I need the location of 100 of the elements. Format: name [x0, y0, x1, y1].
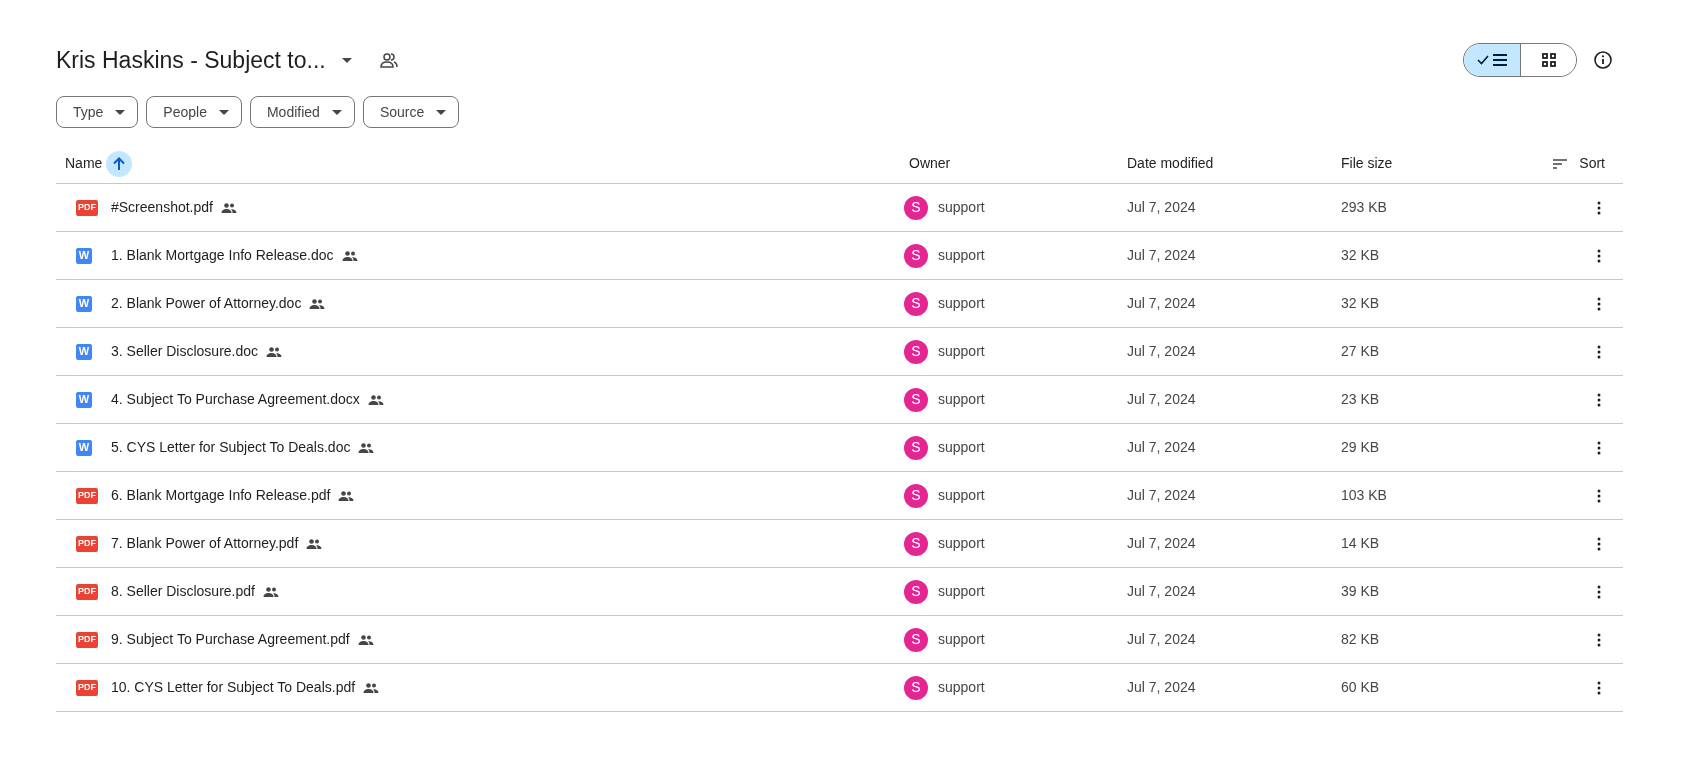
- date-modified: Jul 7, 2024: [1127, 582, 1197, 601]
- sort-button[interactable]: Sort: [1553, 153, 1605, 174]
- folder-title-button[interactable]: Kris Haskins - Subject to...: [56, 42, 360, 78]
- file-name[interactable]: 4. Subject To Purchase Agreement.docx: [111, 389, 360, 410]
- list-view-button[interactable]: [1464, 44, 1520, 76]
- file-size: 32 KB: [1341, 246, 1381, 265]
- column-header: Owner: [908, 154, 952, 173]
- owner-name: support: [938, 630, 985, 649]
- avatar: S: [904, 243, 928, 268]
- more-options-icon[interactable]: [1597, 488, 1601, 503]
- caret-icon: [436, 109, 447, 115]
- more-options-icon[interactable]: [1597, 536, 1601, 551]
- more-options-icon[interactable]: [1597, 248, 1601, 263]
- filter-chip[interactable]: Modified: [249, 96, 355, 128]
- file-name[interactable]: 10. CYS Letter for Subject To Deals.pdf: [111, 677, 356, 698]
- shared-icon: [220, 202, 237, 213]
- sort-icon: [1553, 158, 1568, 169]
- file-size: 23 KB: [1341, 390, 1381, 409]
- doc-file-icon: W: [76, 439, 92, 456]
- avatar: S: [904, 339, 928, 364]
- file-size: 14 KB: [1341, 534, 1381, 553]
- shared-icon: [306, 538, 323, 549]
- avatar: S: [904, 483, 928, 508]
- shared-icon: [309, 298, 326, 309]
- file-size: 32 KB: [1341, 294, 1381, 313]
- more-options-icon[interactable]: [1597, 584, 1601, 599]
- more-options-icon[interactable]: [1597, 392, 1601, 407]
- date-modified: Jul 7, 2024: [1127, 294, 1197, 313]
- caret-icon: [115, 109, 126, 115]
- date-modified: Jul 7, 2024: [1127, 390, 1197, 409]
- people-icon[interactable]: [379, 52, 398, 68]
- shared-icon: [341, 250, 358, 261]
- file-name[interactable]: 6. Blank Mortgage Info Release.pdf: [111, 485, 331, 506]
- avatar: S: [904, 579, 928, 604]
- more-options-icon[interactable]: [1597, 632, 1601, 647]
- more-options-icon[interactable]: [1597, 296, 1601, 311]
- doc-file-icon: W: [76, 295, 92, 312]
- file-name[interactable]: 3. Seller Disclosure.doc: [111, 341, 259, 362]
- filter-chip[interactable]: Source: [362, 96, 460, 128]
- owner-name: support: [938, 246, 985, 265]
- file-name[interactable]: #Screenshot.pdf: [111, 197, 213, 218]
- file-name[interactable]: 9. Subject To Purchase Agreement.pdf: [111, 629, 350, 650]
- shared-icon: [357, 634, 374, 645]
- owner-name: support: [938, 390, 985, 409]
- avatar: S: [904, 627, 928, 652]
- more-options-icon[interactable]: [1597, 344, 1601, 359]
- owner-name: support: [938, 198, 985, 217]
- pdf-file-icon: PDF: [76, 631, 98, 648]
- shared-icon: [262, 586, 279, 597]
- filter-chip[interactable]: Type: [56, 96, 139, 128]
- owner-name: support: [938, 294, 985, 313]
- list-icon: [1493, 54, 1507, 66]
- avatar: S: [904, 291, 928, 316]
- pdf-file-icon: PDF: [76, 535, 98, 552]
- file-size: 60 KB: [1341, 678, 1381, 697]
- avatar: S: [904, 435, 928, 460]
- file-size: 27 KB: [1341, 342, 1381, 361]
- file-name[interactable]: 1. Blank Mortgage Info Release.doc: [111, 245, 334, 266]
- filter-chip[interactable]: People: [146, 96, 242, 128]
- date-modified: Jul 7, 2024: [1127, 630, 1197, 649]
- avatar: S: [904, 531, 928, 556]
- doc-file-icon: W: [76, 343, 92, 360]
- file-name[interactable]: 5. CYS Letter for Subject To Deals.doc: [111, 437, 351, 458]
- caret-icon: [218, 109, 229, 115]
- shared-icon: [338, 490, 355, 501]
- file-size: 39 KB: [1341, 582, 1381, 601]
- pdf-file-icon: PDF: [76, 199, 98, 216]
- owner-name: support: [938, 582, 985, 601]
- grid-view-button[interactable]: [1520, 44, 1576, 76]
- file-name[interactable]: 8. Seller Disclosure.pdf: [111, 581, 255, 602]
- column-header[interactable]: Name: [65, 153, 103, 174]
- file-size: 103 KB: [1341, 486, 1388, 505]
- shared-icon: [367, 394, 384, 405]
- info-icon[interactable]: [1593, 50, 1613, 70]
- date-modified: Jul 7, 2024: [1127, 678, 1197, 697]
- grid-icon: [1541, 53, 1556, 67]
- shared-icon: [266, 346, 283, 357]
- check-icon: [1477, 55, 1489, 65]
- date-modified: Jul 7, 2024: [1127, 246, 1197, 265]
- shared-icon: [363, 682, 380, 693]
- pdf-file-icon: PDF: [76, 583, 98, 600]
- caret-icon: [341, 57, 352, 63]
- avatar: S: [904, 195, 928, 220]
- file-name[interactable]: 7. Blank Power of Attorney.pdf: [111, 533, 299, 554]
- date-modified: Jul 7, 2024: [1127, 534, 1197, 553]
- more-options-icon[interactable]: [1597, 440, 1601, 455]
- file-name[interactable]: 2. Blank Power of Attorney.doc: [111, 293, 302, 314]
- owner-name: support: [938, 678, 985, 697]
- owner-name: support: [938, 342, 985, 361]
- avatar: S: [904, 675, 928, 700]
- caret-icon: [331, 109, 342, 115]
- date-modified: Jul 7, 2024: [1127, 342, 1197, 361]
- file-size: 82 KB: [1341, 630, 1381, 649]
- owner-name: support: [938, 534, 985, 553]
- pdf-file-icon: PDF: [76, 487, 98, 504]
- more-options-icon[interactable]: [1597, 680, 1601, 695]
- more-options-icon[interactable]: [1597, 200, 1601, 215]
- file-size: 29 KB: [1341, 438, 1381, 457]
- date-modified: Jul 7, 2024: [1127, 486, 1197, 505]
- doc-file-icon: W: [76, 391, 92, 408]
